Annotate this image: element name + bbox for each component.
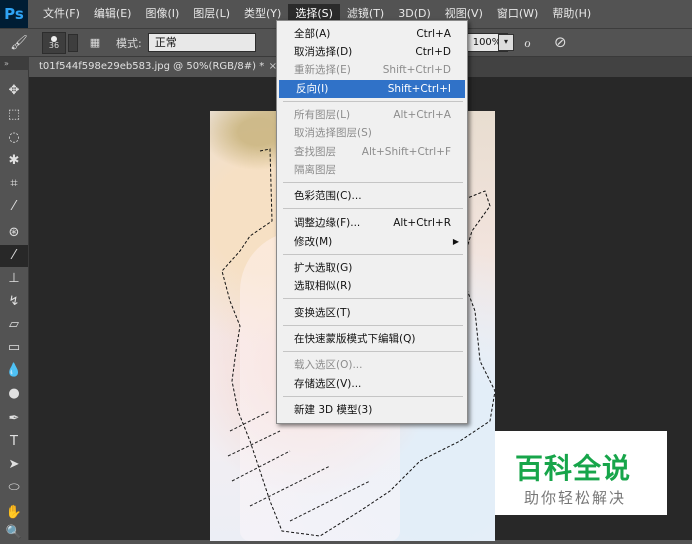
document-tab[interactable]: t01f544f598e29eb583.jpg @ 50%(RGB/8#) * …	[29, 57, 283, 77]
menu-item-deselect[interactable]: 取消选择(D) Ctrl+D	[277, 43, 465, 61]
eraser-tool-icon[interactable]: ▱	[0, 314, 28, 336]
mode-label: 模式:	[116, 36, 142, 50]
pressure-icon[interactable]: ⊘	[554, 33, 567, 51]
menu-separator	[283, 101, 463, 102]
menu-item-inverse[interactable]: 反向(I) Shift+Ctrl+I	[279, 80, 465, 98]
hand-tool-icon[interactable]: ✋	[0, 502, 28, 524]
magic-wand-tool-icon[interactable]: ✱	[0, 150, 28, 172]
watermark-title: 百科全说	[515, 452, 632, 485]
move-tool-icon[interactable]: ✥	[0, 80, 28, 102]
blur-tool-icon[interactable]: 💧	[0, 360, 28, 382]
menu-item-select-all[interactable]: 全部(A) Ctrl+A	[277, 25, 465, 43]
menu-item-grow[interactable]: 扩大选取(G)	[277, 259, 465, 277]
tools-panel: ✥ ⬚ ◌ ✱ ⌗ ⁄ ⊛ ⁄ ⊥ ↯ ▱ ▭ 💧 ● ✒ T ➤ ⬭ ✋ 🔍	[0, 70, 29, 540]
menu-image[interactable]: 图像(I)	[138, 4, 186, 24]
select-menu: 全部(A) Ctrl+A 取消选择(D) Ctrl+D 重新选择(E) Shift+C…	[276, 20, 468, 424]
brush-size-dropdown[interactable]	[68, 33, 78, 52]
history-brush-tool-icon[interactable]: ↯	[0, 291, 28, 313]
menu-separator	[283, 182, 463, 183]
menu-item-save-selection[interactable]: 存储选区(V)...	[277, 375, 465, 393]
menu-separator	[283, 351, 463, 352]
mode-select[interactable]: 正常	[147, 33, 256, 52]
photoshop-logo: Ps	[0, 0, 28, 28]
menu-layer[interactable]: 图层(L)	[186, 4, 237, 24]
menu-item-refine-edge[interactable]: 调整边缘(F)... Alt+Ctrl+R	[277, 214, 465, 232]
menu-item-transform-selection[interactable]: 变换选区(T)	[277, 304, 465, 322]
document-tab-title: t01f544f598e29eb583.jpg @ 50%(RGB/8#) *	[39, 61, 265, 72]
eyedropper-tool-icon[interactable]: ⁄	[0, 196, 28, 218]
brush-panel-icon[interactable]: ▦	[86, 34, 104, 52]
ellipse-tool-icon[interactable]: ⬭	[0, 477, 28, 499]
airbrush-icon[interactable]: ℴ	[524, 33, 531, 51]
watermark-subtitle: 助你轻松解决	[524, 489, 627, 507]
menu-help[interactable]: 帮助(H)	[545, 4, 598, 24]
pen-tool-icon[interactable]: ✒	[0, 408, 28, 430]
menu-item-similar[interactable]: 选取相似(R)	[277, 277, 465, 295]
brush-size-picker[interactable]: 36	[42, 31, 66, 54]
menu-file[interactable]: 文件(F)	[36, 4, 87, 24]
lasso-tool-icon[interactable]: ◌	[0, 127, 28, 149]
zoom-tool-icon[interactable]: 🔍	[0, 522, 28, 544]
brush-tool-icon[interactable]: ⁄	[0, 245, 28, 267]
healing-brush-tool-icon[interactable]: ⊛	[0, 222, 28, 244]
menu-separator	[283, 208, 463, 209]
watermark-badge: 百科全说 助你轻松解决	[495, 431, 667, 515]
menu-item-quick-mask[interactable]: 在快速蒙版模式下编辑(Q)	[277, 330, 465, 348]
menu-item-reselect: 重新选择(E) Shift+Ctrl+D	[294, 64, 451, 76]
crop-tool-icon[interactable]: ⌗	[0, 173, 28, 195]
menu-item-color-range[interactable]: 色彩范围(C)...	[277, 187, 465, 205]
path-selection-tool-icon[interactable]: ➤	[0, 454, 28, 476]
menu-separator	[283, 298, 463, 299]
type-tool-icon[interactable]: T	[0, 431, 28, 453]
toolbar-collapse-handle[interactable]: »	[0, 57, 32, 70]
menu-item-find-layers: 查找图层 Alt+Shift+Ctrl+F	[294, 146, 451, 158]
brush-tool-icon[interactable]: 🖌	[10, 34, 28, 52]
menu-separator	[283, 325, 463, 326]
menu-edit[interactable]: 编辑(E)	[87, 4, 139, 24]
menu-item-modify[interactable]: 修改(M) ▶	[277, 233, 465, 251]
gradient-tool-icon[interactable]: ▭	[0, 337, 28, 359]
marquee-tool-icon[interactable]: ⬚	[0, 104, 28, 126]
flow-dropdown-icon[interactable]: ▾	[498, 34, 514, 51]
stamp-tool-icon[interactable]: ⊥	[0, 268, 28, 290]
menu-item-deselect-layers: 取消选择图层(S)	[294, 127, 372, 139]
dodge-tool-icon[interactable]: ●	[0, 383, 28, 405]
menu-item-load-selection: 载入选区(O)...	[294, 359, 363, 371]
menu-item-all-layers: 所有图层(L) Alt+Ctrl+A	[294, 109, 451, 121]
menu-item-new-3d-model[interactable]: 新建 3D 模型(3)	[277, 401, 465, 419]
submenu-arrow-icon: ▶	[452, 237, 459, 246]
menu-separator	[283, 254, 463, 255]
menu-item-isolate-layers: 隔离图层	[294, 164, 336, 176]
menu-separator	[283, 396, 463, 397]
menu-window[interactable]: 窗口(W)	[490, 4, 545, 24]
